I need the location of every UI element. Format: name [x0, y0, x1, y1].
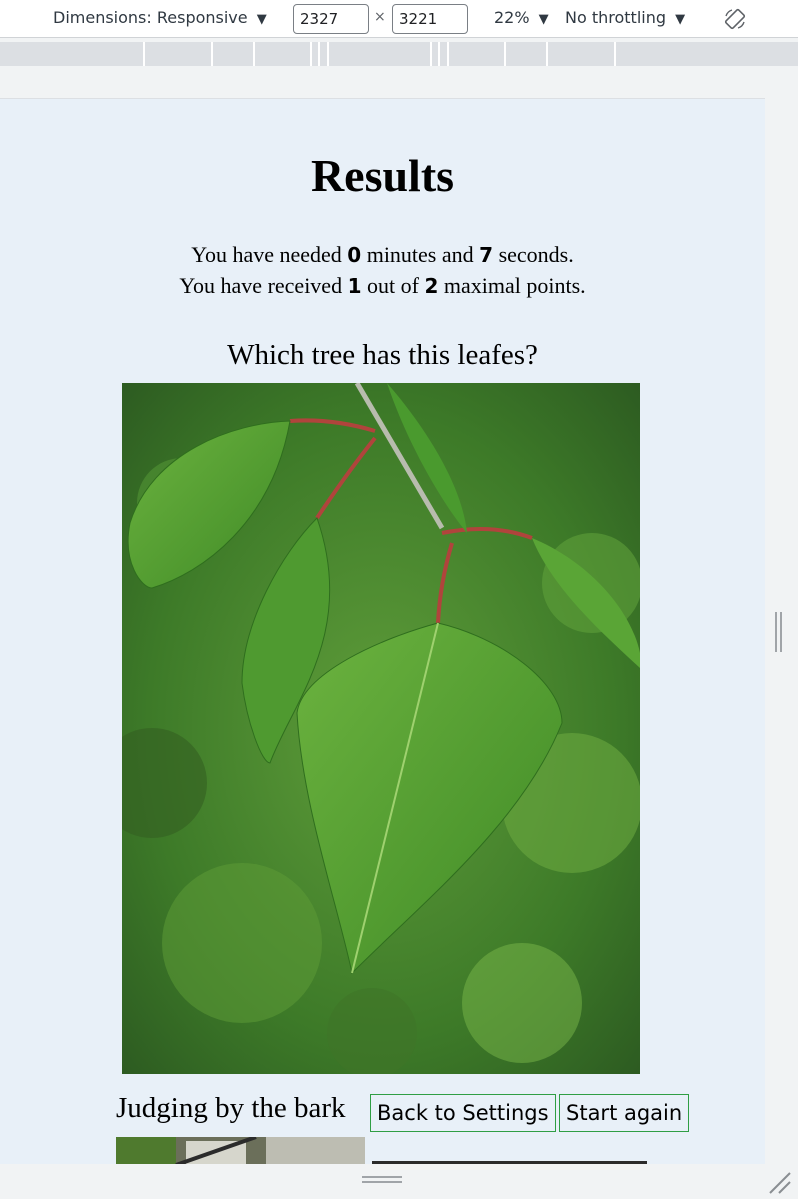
corner-resize-icon[interactable] [766, 1169, 792, 1195]
width-input[interactable] [293, 4, 369, 34]
device-toolbar: Dimensions: Responsive ▼ × 22% ▼ No thro… [0, 0, 798, 38]
page-title: Results [310, 150, 455, 201]
zoom-dropdown[interactable]: 22% ▼ [494, 8, 549, 27]
question-heading: Which tree has this leafes? [227, 339, 538, 371]
throttling-label: No throttling [565, 8, 667, 27]
minutes-value: 0 [347, 243, 362, 267]
times-sign: × [374, 9, 386, 25]
time-summary-mid: minutes and [361, 242, 480, 267]
points-summary: You have received 1 out of 2 maximal poi… [0, 273, 765, 299]
time-summary: You have needed 0 minutes and 7 seconds. [0, 242, 765, 268]
dimensions-dropdown[interactable]: Dimensions: Responsive ▼ [53, 8, 267, 27]
throttling-dropdown[interactable]: No throttling ▼ [565, 8, 685, 27]
chevron-down-icon: ▼ [675, 12, 686, 27]
chevron-down-icon: ▼ [538, 12, 549, 27]
height-input[interactable] [392, 4, 468, 34]
chevron-down-icon: ▼ [256, 12, 267, 27]
dimensions-label: Dimensions: Responsive [53, 8, 248, 27]
time-summary-suffix: seconds. [493, 242, 574, 267]
rotate-icon[interactable] [723, 7, 747, 31]
bottom-resize-bar [0, 1164, 798, 1199]
points-summary-suffix: maximal points. [438, 273, 586, 298]
bark-photo [116, 1137, 365, 1164]
time-summary-prefix: You have needed [191, 242, 348, 267]
bottom-resize-handle[interactable] [362, 1176, 402, 1186]
media-query-ruler[interactable] [0, 42, 798, 66]
bark-label: Judging by the bark [116, 1092, 346, 1124]
points-value: 1 [347, 274, 362, 298]
seconds-value: 7 [479, 243, 494, 267]
back-to-settings-button[interactable]: Back to Settings [370, 1094, 556, 1132]
leaf-photo [122, 383, 640, 1074]
zoom-label: 22% [494, 8, 530, 27]
start-again-button[interactable]: Start again [559, 1094, 690, 1132]
side-resize-handle[interactable] [775, 612, 783, 652]
points-summary-prefix: You have received [179, 273, 348, 298]
max-points-value: 2 [424, 274, 439, 298]
device-viewport: Results You have needed 0 minutes and 7 … [0, 98, 765, 1164]
points-summary-mid: out of [361, 273, 425, 298]
